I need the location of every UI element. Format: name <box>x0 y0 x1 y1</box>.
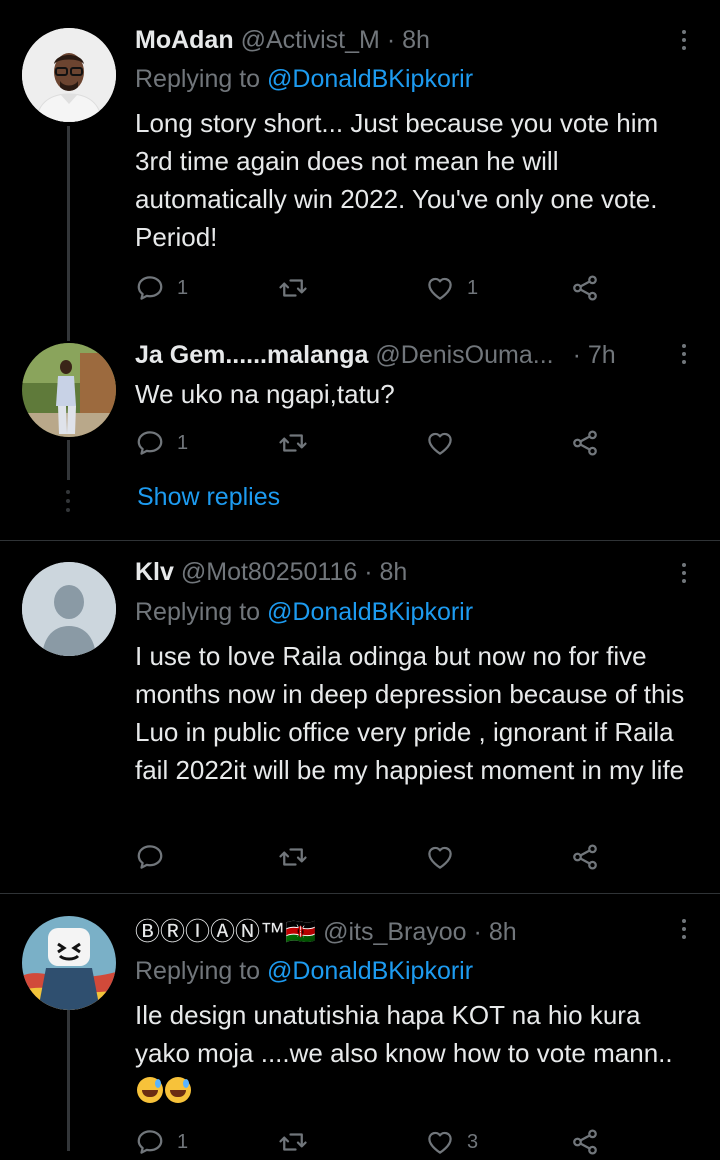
retweet-button[interactable] <box>278 1124 320 1160</box>
replying-prefix: Replying to <box>135 65 268 93</box>
user-handle[interactable]: @its_Brayoo <box>323 918 467 946</box>
display-name[interactable]: MoAdan <box>135 26 234 54</box>
share-button[interactable] <box>570 270 600 306</box>
timestamp[interactable]: 7h <box>588 341 616 369</box>
action-bar <box>135 839 615 875</box>
reply-icon <box>135 428 165 458</box>
show-replies-link[interactable]: Show replies <box>137 483 280 512</box>
thread-line <box>67 126 70 341</box>
replying-prefix: Replying to <box>135 598 268 626</box>
like-button[interactable] <box>425 425 467 461</box>
thread-dots <box>66 490 70 517</box>
tweet-brian[interactable]: ⒷⓇⒾⒶⓃ™🇰🇪 @its_Brayoo · 8h Replying to @D… <box>0 894 720 1151</box>
avatar[interactable] <box>22 562 116 656</box>
share-icon <box>570 842 600 872</box>
timestamp[interactable]: 8h <box>489 918 517 946</box>
tweet-header: ⒷⓇⒾⒶⓃ™🇰🇪 @its_Brayoo · 8h <box>135 917 517 947</box>
retweet-icon <box>278 1127 308 1157</box>
share-icon <box>570 428 600 458</box>
action-bar: 1 1 <box>135 270 615 306</box>
tweet-klv[interactable]: Klv @Mot80250116 · 8h Replying to @Donal… <box>0 541 720 893</box>
separator-dot: · <box>386 26 396 54</box>
more-options-icon[interactable] <box>674 560 694 590</box>
reply-count: 1 <box>177 431 189 454</box>
action-bar: 1 3 <box>135 1124 615 1160</box>
like-button[interactable]: 3 <box>425 1124 478 1160</box>
separator-dot: · <box>364 558 373 586</box>
display-name[interactable]: ⒷⓇⒾⒶⓃ™🇰🇪 <box>135 918 316 946</box>
more-options-icon[interactable] <box>674 341 694 371</box>
avatar[interactable] <box>22 28 116 122</box>
retweet-icon <box>278 428 308 458</box>
replying-to: Replying to @DonaldBKipkorir <box>135 597 473 627</box>
reply-icon <box>135 842 165 872</box>
display-name[interactable]: Ja Gem......malanga <box>135 341 368 369</box>
thread-line <box>67 440 70 480</box>
thread-line <box>67 1010 70 1151</box>
tweet-header: Ja Gem......malanga @DenisOuma... · 7h <box>135 340 616 370</box>
tweet-text: I use to love Raila odinga but now no fo… <box>135 641 685 785</box>
more-options-icon[interactable] <box>674 27 694 57</box>
tweet-header: Klv @Mot80250116 · 8h <box>135 557 407 587</box>
replying-prefix: Replying to <box>135 957 268 985</box>
retweet-icon <box>278 273 308 303</box>
more-options-icon[interactable] <box>674 916 694 946</box>
reply-count: 1 <box>177 1130 189 1153</box>
reply-button[interactable] <box>135 839 177 875</box>
share-icon <box>570 1127 600 1157</box>
retweet-button[interactable] <box>278 425 320 461</box>
retweet-button[interactable] <box>278 270 320 306</box>
separator-dot: · <box>572 341 581 369</box>
reply-button[interactable]: 1 <box>135 425 188 461</box>
retweet-button[interactable] <box>278 839 320 875</box>
heart-icon <box>425 842 455 872</box>
tweet-jagem[interactable]: Ja Gem......malanga @DenisOuma... · 7h W… <box>0 335 720 540</box>
like-count: 1 <box>467 276 479 299</box>
user-handle[interactable]: @Activist_M <box>241 26 380 54</box>
tweet-text: Ile design unatutishia hapa KOT na hio k… <box>135 1000 673 1068</box>
like-count: 3 <box>467 1130 479 1153</box>
user-handle[interactable]: @Mot80250116 <box>181 558 357 586</box>
tweet-header: MoAdan @Activist_M · 8h <box>135 25 430 55</box>
display-name[interactable]: Klv <box>135 558 174 586</box>
heart-icon <box>425 1127 455 1157</box>
reply-count: 1 <box>177 276 189 299</box>
share-icon <box>570 273 600 303</box>
replying-to-link[interactable]: @DonaldBKipkorir <box>267 65 473 93</box>
heart-icon <box>425 273 455 303</box>
sweat-smile-emoji-icon <box>165 1077 191 1103</box>
tweet-moadan[interactable]: MoAdan @Activist_M · 8h Replying to @Don… <box>0 0 720 341</box>
share-button[interactable] <box>570 839 600 875</box>
reply-icon <box>135 1127 165 1157</box>
share-button[interactable] <box>570 425 600 461</box>
reply-button[interactable]: 1 <box>135 1124 188 1160</box>
tweet-text: We uko na ngapi,tatu? <box>135 379 395 409</box>
share-button[interactable] <box>570 1124 600 1160</box>
sweat-smile-emoji-icon <box>137 1077 163 1103</box>
retweet-icon <box>278 842 308 872</box>
tweet-text: Long story short... Just because you vot… <box>135 108 659 252</box>
like-button[interactable]: 1 <box>425 270 478 306</box>
action-bar: 1 <box>135 425 615 461</box>
replying-to: Replying to @DonaldBKipkorir <box>135 64 473 94</box>
replying-to: Replying to @DonaldBKipkorir <box>135 956 473 986</box>
avatar[interactable] <box>22 916 116 1010</box>
like-button[interactable] <box>425 839 467 875</box>
replying-to-link[interactable]: @DonaldBKipkorir <box>267 957 473 985</box>
tweet-text-block: Ile design unatutishia hapa KOT na hio k… <box>135 996 695 1110</box>
replying-to-link[interactable]: @DonaldBKipkorir <box>267 598 473 626</box>
separator-dot: · <box>473 918 482 946</box>
reply-icon <box>135 273 165 303</box>
user-handle[interactable]: @DenisOuma... <box>375 341 553 369</box>
reply-button[interactable]: 1 <box>135 270 188 306</box>
avatar[interactable] <box>22 343 116 437</box>
heart-icon <box>425 428 455 458</box>
timestamp[interactable]: 8h <box>402 26 430 54</box>
timestamp[interactable]: 8h <box>380 558 408 586</box>
